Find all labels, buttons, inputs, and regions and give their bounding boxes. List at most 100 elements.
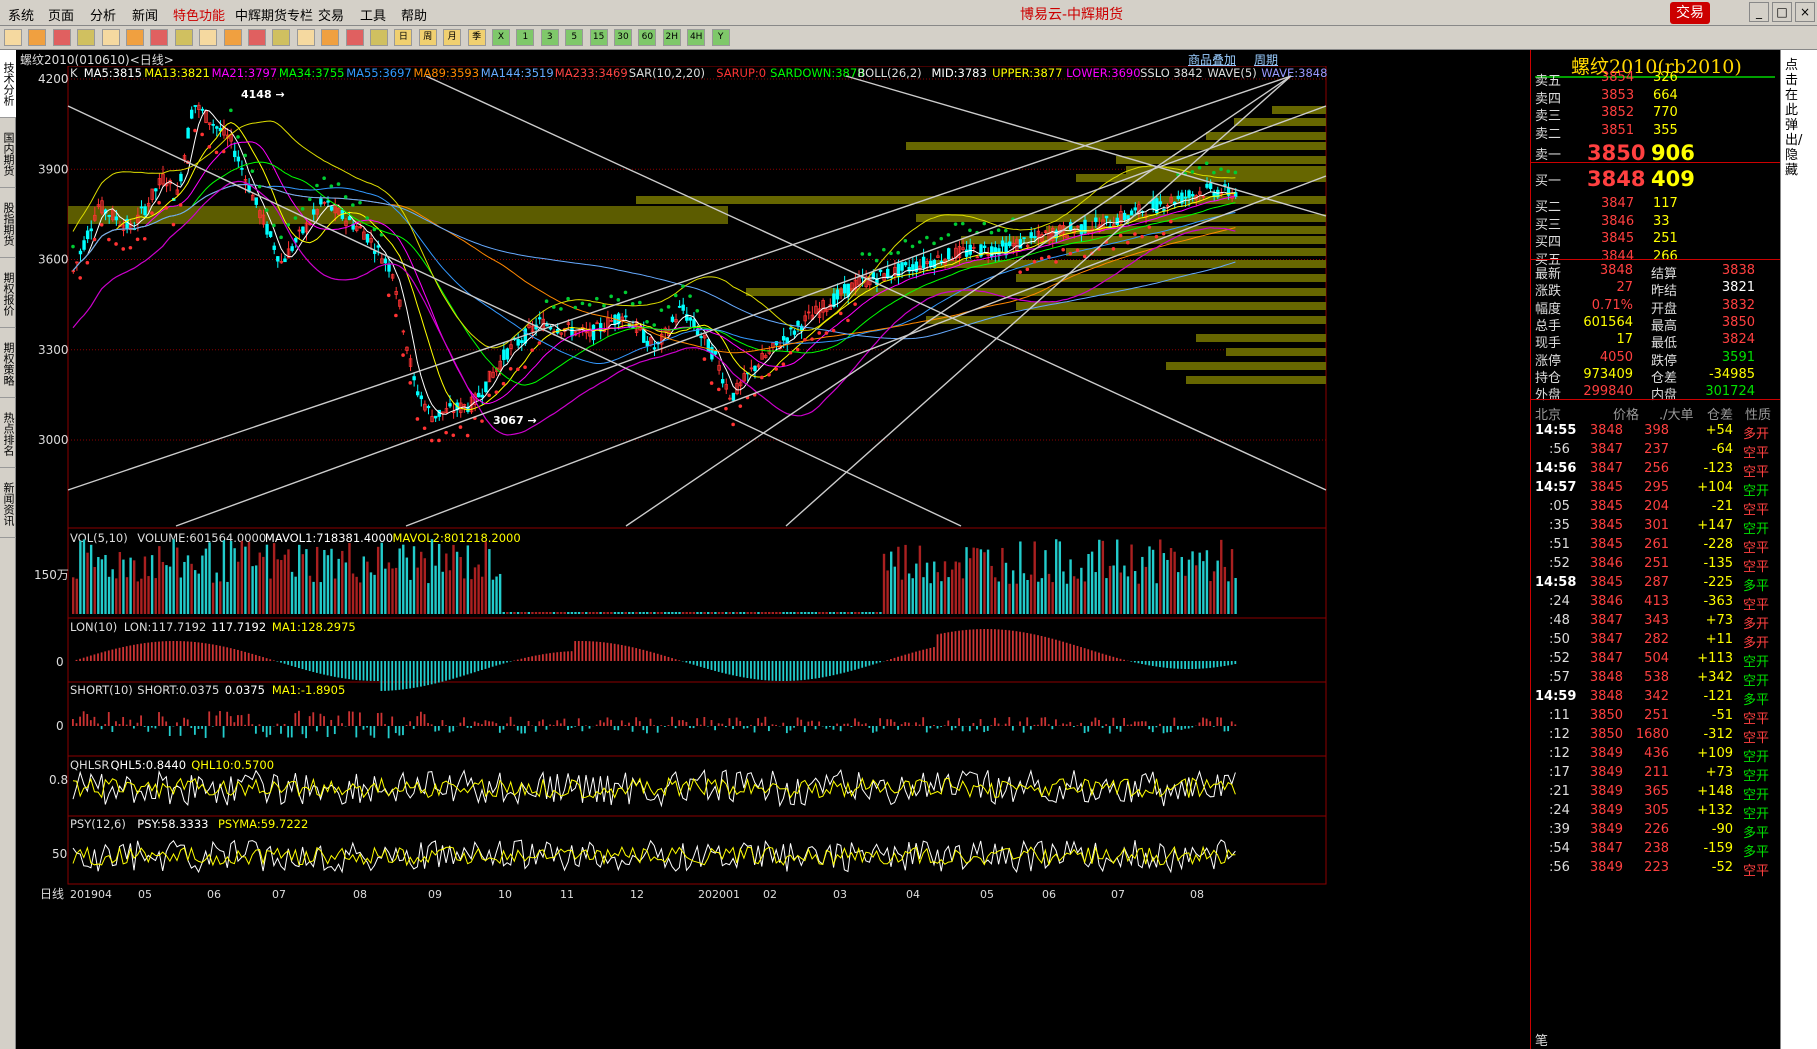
menu-item-2[interactable]: 分析 — [90, 5, 116, 24]
menu-item-5[interactable]: 中辉期货专栏 — [235, 5, 313, 24]
menu-item-0[interactable]: 系统 — [8, 5, 34, 24]
volume-bar — [742, 612, 746, 614]
kline-chart[interactable]: 42003900360033003000K MA5:3815 MA13:3821 MA… — [16, 66, 1530, 1026]
4h-icon[interactable]: 4H — [687, 29, 706, 46]
year2-icon[interactable]: Y — [711, 29, 730, 46]
menu-item-3[interactable]: 新闻 — [132, 5, 158, 24]
short-bar — [663, 726, 666, 727]
lon-bar — [437, 661, 440, 683]
short-bar — [732, 726, 734, 729]
short-bar — [398, 726, 401, 736]
psy-legend-item: PSY(12,6) — [70, 817, 126, 831]
short-bar — [961, 726, 964, 732]
short-bar — [391, 716, 394, 726]
sar-dot — [480, 419, 484, 423]
lon-bar — [427, 661, 429, 686]
line-icon[interactable] — [248, 29, 266, 46]
lon-bar — [541, 654, 544, 661]
volume-bar — [147, 576, 150, 614]
short-bar — [265, 726, 268, 738]
sar-dot — [365, 216, 369, 220]
minimize-button[interactable]: _ — [1749, 2, 1769, 22]
left-tab-1[interactable]: 国内期货 — [0, 120, 16, 188]
30min-icon[interactable]: 30 — [614, 29, 632, 46]
volume-bar — [1126, 576, 1130, 614]
side-toggle-strip[interactable]: 点击在此弹出/隐藏 — [1780, 50, 1817, 1049]
main-legend-item: BOLL(26,2) — [858, 66, 922, 80]
calendar-icon[interactable] — [321, 29, 340, 46]
x-axis-label: 07 — [1111, 888, 1125, 901]
left-tab-0[interactable]: 技术分析 — [0, 50, 16, 118]
short-bar — [994, 717, 996, 726]
lon-bar — [893, 657, 896, 661]
menu-item-6[interactable]: 交易 — [318, 5, 344, 24]
menu-item-1[interactable]: 页面 — [48, 5, 74, 24]
table-icon[interactable] — [345, 29, 364, 46]
lon-bar — [943, 632, 946, 661]
lon-bar — [1083, 648, 1086, 661]
short-bar — [405, 724, 408, 726]
volume-bar — [516, 612, 520, 614]
candle-body — [832, 293, 836, 307]
lon-bar — [889, 658, 892, 661]
main-legend-item: WAVE(5) — [1207, 66, 1256, 80]
left-tab-4[interactable]: 期权策略 — [0, 330, 16, 398]
close-button[interactable]: × — [1795, 2, 1815, 22]
week-icon[interactable]: 周 — [418, 29, 437, 46]
flask-icon[interactable] — [272, 29, 291, 46]
short-bar — [764, 716, 767, 726]
volume-bar — [911, 578, 914, 614]
volume-bar — [793, 612, 796, 614]
home-icon[interactable] — [28, 29, 47, 46]
volume-bar — [222, 540, 226, 614]
volume-bar — [251, 566, 254, 614]
settings-icon[interactable] — [296, 29, 315, 46]
news-icon[interactable] — [77, 29, 96, 46]
zoom-out-icon[interactable] — [150, 29, 169, 46]
menu-item-7[interactable]: 工具 — [360, 5, 386, 24]
lon-bar — [480, 661, 483, 670]
left-tab-3[interactable]: 期权报价 — [0, 260, 16, 328]
sar-dot — [1212, 170, 1216, 175]
grid-icon[interactable] — [370, 29, 388, 46]
left-tab-2[interactable]: 股指期货 — [0, 190, 16, 258]
5min-icon[interactable]: 5 — [565, 29, 584, 46]
zoom-in-icon[interactable] — [126, 29, 144, 46]
lon-bar — [979, 629, 982, 661]
maximize-button[interactable]: □ — [1772, 2, 1792, 22]
menu-item-8[interactable]: 帮助 — [401, 5, 427, 24]
vol-tick: 150万 — [34, 568, 69, 582]
sar-dot — [437, 438, 441, 443]
left-tab-6[interactable]: 新闻资讯 — [0, 470, 16, 538]
year-icon[interactable]: X — [492, 29, 510, 46]
60min-icon[interactable]: 60 — [638, 29, 657, 46]
candle-body — [311, 209, 316, 215]
sar-dot — [508, 366, 513, 371]
season-icon[interactable]: 季 — [467, 29, 486, 46]
month-icon[interactable]: 月 — [443, 29, 462, 46]
menu-item-4[interactable]: 特色功能 — [173, 5, 225, 24]
folder-icon[interactable] — [101, 29, 120, 46]
1min-icon[interactable]: 1 — [516, 29, 535, 46]
3min-icon[interactable]: 3 — [540, 29, 559, 46]
volume-bar — [484, 541, 487, 614]
bid-price: 3846 — [1601, 213, 1635, 229]
day-icon[interactable]: 日 — [394, 29, 413, 46]
lon-bar — [1051, 638, 1054, 661]
2h-icon[interactable]: 2H — [662, 29, 681, 46]
left-tab-5[interactable]: 热点排名 — [0, 400, 16, 468]
draw-icon[interactable] — [199, 29, 218, 46]
pen-icon[interactable] — [223, 29, 242, 46]
lon-bar — [864, 661, 867, 667]
lon-bar — [617, 644, 620, 661]
15min-icon[interactable]: 15 — [589, 29, 608, 46]
tick-time: :52 — [1549, 556, 1570, 571]
lon-bar — [391, 661, 394, 691]
volume-bar — [613, 612, 617, 614]
sar-dot — [968, 228, 972, 233]
trade-button[interactable]: 交易 — [1670, 2, 1710, 24]
chart-icon[interactable] — [52, 29, 71, 46]
tools-icon[interactable] — [174, 29, 193, 46]
back-icon[interactable] — [4, 29, 22, 46]
volume-profile-bar — [1196, 334, 1326, 342]
